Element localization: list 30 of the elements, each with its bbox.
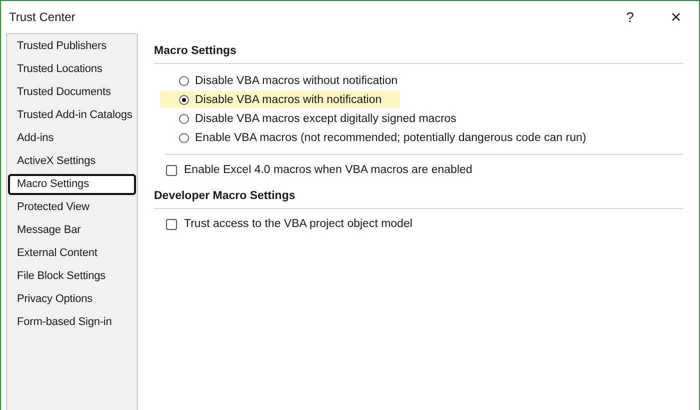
sidebar-item[interactable]: Form-based Sign-in bbox=[8, 312, 136, 333]
radio-option[interactable]: Disable VBA macros with notification bbox=[160, 91, 400, 108]
sidebar-item[interactable]: Message Bar bbox=[8, 220, 136, 241]
sidebar-item[interactable]: Macro Settings bbox=[8, 174, 136, 195]
radio-icon[interactable] bbox=[179, 114, 189, 124]
radio-icon[interactable] bbox=[179, 94, 189, 104]
close-button[interactable]: × bbox=[653, 2, 699, 32]
help-button[interactable]: ? bbox=[607, 2, 653, 32]
section-heading: Developer Macro Settings bbox=[154, 190, 296, 202]
sidebar-item[interactable]: Add-ins bbox=[8, 128, 136, 149]
sidebar-item[interactable]: File Block Settings bbox=[8, 266, 136, 287]
sidebar-item[interactable]: Trusted Documents bbox=[8, 82, 136, 103]
sidebar-item[interactable]: Privacy Options bbox=[8, 289, 136, 310]
sidebar-item[interactable]: Trusted Locations bbox=[8, 59, 136, 80]
window-title: Trust Center bbox=[9, 10, 76, 24]
checkbox-option[interactable]: Enable Excel 4.0 macros when VBA macros are enabled bbox=[154, 164, 472, 176]
radio-icon[interactable] bbox=[179, 76, 189, 86]
sidebar-item[interactable]: Trusted Add-in Catalogs bbox=[8, 105, 136, 126]
sidebar-item[interactable]: Trusted Publishers bbox=[8, 36, 136, 57]
radio-option[interactable]: Disable VBA macros without notification bbox=[154, 72, 416, 89]
radio-option[interactable]: Disable VBA macros except digitally signed macros bbox=[154, 110, 474, 127]
checkbox-option[interactable]: Trust access to the VBA project object model bbox=[154, 218, 412, 230]
checkbox-icon[interactable] bbox=[166, 218, 177, 230]
sidebar-item[interactable]: ActiveX Settings bbox=[8, 151, 136, 172]
sidebar-item[interactable]: Protected View bbox=[8, 197, 136, 218]
section-heading: Macro Settings bbox=[154, 45, 238, 57]
checkbox-icon[interactable] bbox=[166, 164, 177, 176]
sidebar-item[interactable]: External Content bbox=[8, 243, 136, 264]
radio-icon[interactable] bbox=[179, 132, 189, 142]
radio-option[interactable]: Enable VBA macros (not recommended; potentially dangerous code can run) bbox=[154, 129, 604, 146]
